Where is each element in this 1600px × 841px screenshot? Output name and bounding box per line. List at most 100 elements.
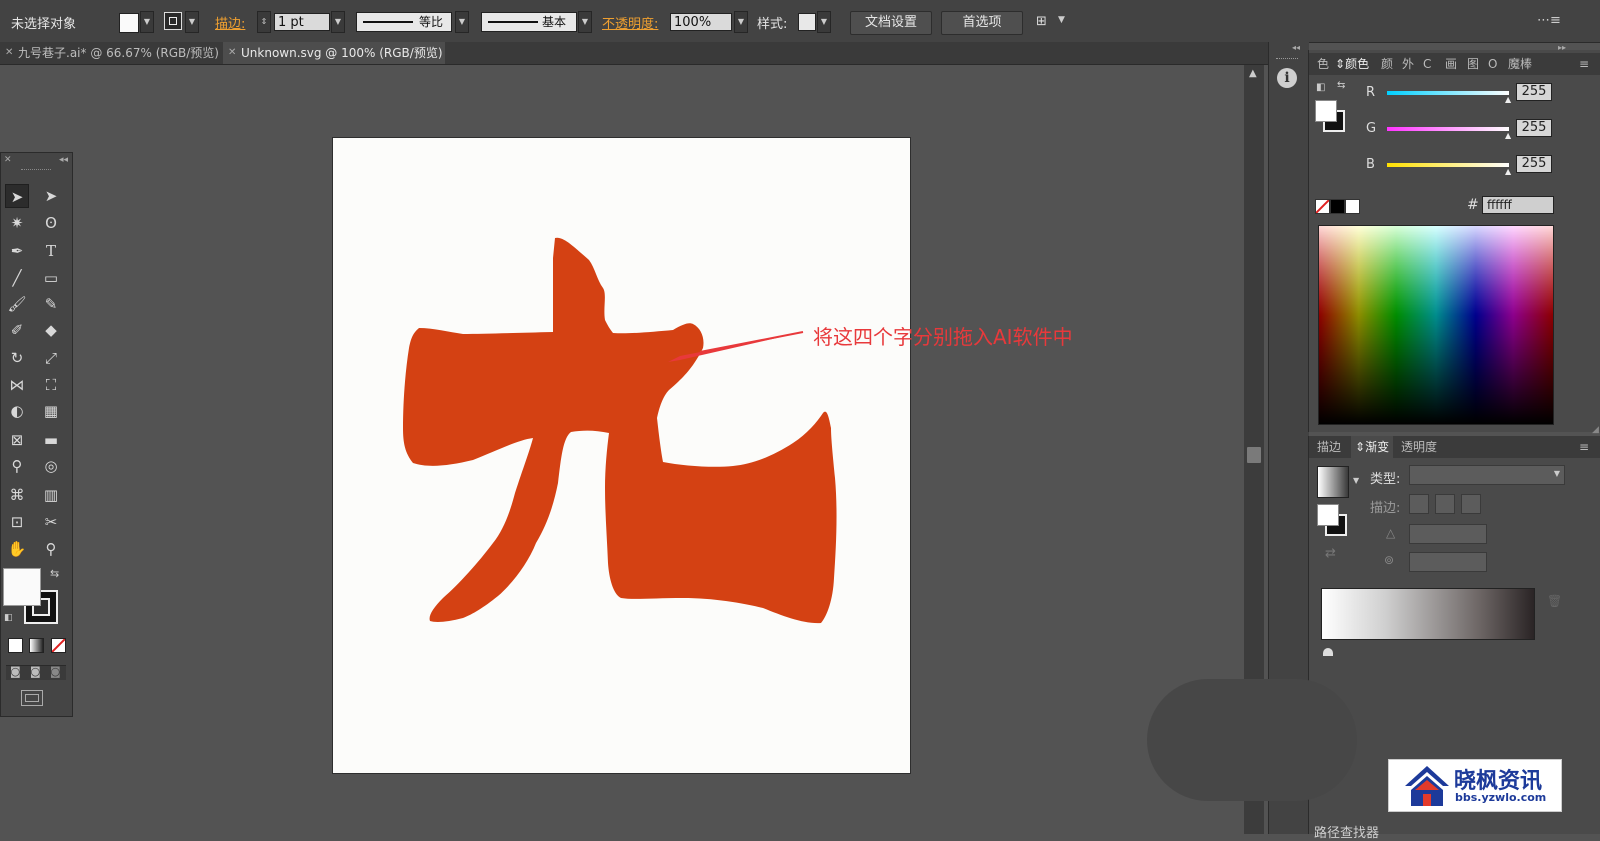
style-swatch[interactable] (798, 13, 816, 31)
zoom-tool-icon[interactable]: ⚲ (39, 537, 63, 561)
column-graph-tool-icon[interactable]: ▥ (39, 483, 63, 507)
slider-thumb[interactable]: ▲ (1505, 131, 1511, 140)
brush-definition[interactable]: 基本 (481, 12, 577, 32)
collapse-icon[interactable]: ◂◂ (1292, 43, 1300, 52)
color-mode-icon[interactable] (8, 638, 23, 653)
angle-field[interactable] (1409, 524, 1487, 544)
pathfinder-panel-title[interactable]: 路径查找器 (1314, 822, 1379, 841)
stroke-label[interactable]: 描边: (215, 13, 245, 32)
tab-stroke[interactable]: 描边 (1317, 436, 1341, 458)
slice-tool-icon[interactable]: ✂ (39, 510, 63, 534)
swap-colors-icon[interactable]: ⇆ (1337, 80, 1345, 91)
eyedropper-tool-icon[interactable]: ⚲ (5, 454, 29, 478)
gradient-type-select[interactable]: ▼ (1409, 465, 1565, 485)
hex-value-field[interactable]: ffffff (1482, 196, 1554, 214)
rotate-tool-icon[interactable]: ↻ (5, 346, 29, 370)
direct-selection-tool-icon[interactable]: ➤ (39, 184, 63, 208)
gradient-thumbnail[interactable] (1317, 466, 1349, 498)
arrange-documents-icon[interactable]: ⊞ (1036, 14, 1052, 29)
tab-color[interactable]: ⇕颜色 (1335, 53, 1369, 75)
white-swatch[interactable] (1345, 199, 1360, 214)
tab-jiuhao-xiangzi[interactable]: ✕ 九号巷子.ai* @ 66.67% (RGB/预览) (0, 42, 222, 64)
delete-stop-icon[interactable]: 🗑 (1547, 594, 1562, 608)
tab-magic-wand[interactable]: 魔棒 (1508, 53, 1532, 75)
stroke-along-icon[interactable] (1435, 494, 1455, 514)
default-colors-icon[interactable]: ◧ (1316, 82, 1325, 93)
stroke-swatch[interactable] (164, 12, 182, 30)
variable-width-profile[interactable]: 等比 (356, 12, 452, 32)
style-dropdown[interactable]: ▼ (817, 11, 831, 33)
selection-tool-icon[interactable]: ➤ (5, 184, 29, 208)
preferences-button[interactable]: 首选项 (941, 11, 1023, 35)
stroke-within-icon[interactable] (1409, 494, 1429, 514)
resize-handle-icon[interactable]: ◢ (1592, 425, 1599, 435)
stroke-weight-stepper[interactable]: ⇕ (257, 11, 271, 33)
close-icon[interactable]: ✕ (228, 42, 236, 64)
width-tool-icon[interactable]: ⋈ (5, 373, 29, 397)
tab-color-guide[interactable]: 色 (1317, 53, 1329, 75)
stroke-swatch-dropdown[interactable]: ▼ (185, 11, 199, 33)
tab-css[interactable]: C (1423, 53, 1431, 75)
fill-color-box[interactable] (1317, 504, 1339, 526)
lasso-tool-icon[interactable]: ʘ (39, 211, 63, 235)
close-icon[interactable]: ✕ (5, 42, 13, 64)
tab-unknown-svg[interactable]: ✕ Unknown.svg @ 100% (RGB/预览) (223, 42, 445, 64)
artboard-tool-icon[interactable]: ⊡ (5, 510, 29, 534)
black-swatch[interactable] (1330, 199, 1345, 214)
green-slider[interactable] (1387, 127, 1509, 131)
slider-thumb[interactable]: ▲ (1505, 95, 1511, 104)
profile-dropdown[interactable]: ▼ (455, 11, 469, 33)
drawing-modes-icon[interactable]: ◙ ◙ ◙ (6, 665, 66, 680)
pen-tool-icon[interactable]: ✒ (5, 239, 29, 263)
fill-swatch[interactable] (119, 13, 139, 33)
panel-menu-icon[interactable]: ≡ (1579, 53, 1589, 75)
perspective-grid-tool-icon[interactable]: ▦ (39, 399, 63, 423)
magic-wand-tool-icon[interactable]: ✷ (5, 211, 29, 235)
stroke-across-icon[interactable] (1461, 494, 1481, 514)
gradient-tool-icon[interactable]: ▬ (39, 428, 63, 452)
fill-dropdown[interactable]: ▼ (140, 11, 154, 33)
stroke-weight-dropdown[interactable]: ▼ (331, 11, 345, 33)
none-swatch[interactable] (1315, 199, 1330, 214)
blue-value-field[interactable]: 255 (1516, 155, 1552, 173)
arrange-dropdown-icon[interactable]: ▼ (1058, 15, 1065, 25)
default-colors-icon[interactable]: ◧ (4, 613, 13, 623)
grip-icon[interactable] (21, 169, 51, 173)
collapse-icon[interactable]: ◂◂ (59, 155, 68, 165)
opacity-field[interactable]: 100% (670, 13, 732, 31)
blend-tool-icon[interactable]: ◎ (39, 454, 63, 478)
close-icon[interactable]: ✕ (4, 155, 12, 165)
jiu-glyph-artwork[interactable] (333, 138, 912, 775)
tab-appearance[interactable]: 外 (1402, 53, 1414, 75)
symbol-sprayer-tool-icon[interactable]: ⌘ (5, 483, 29, 507)
panel-menu-icon[interactable]: ≡ (1579, 436, 1589, 458)
gradient-slider-preview[interactable] (1321, 588, 1535, 640)
gradient-dropdown-icon[interactable]: ▼ (1353, 476, 1359, 485)
rectangle-tool-icon[interactable]: ▭ (39, 266, 63, 290)
stroke-weight-field[interactable]: 1 pt (274, 13, 330, 31)
blob-brush-tool-icon[interactable]: ✐ (5, 318, 29, 342)
red-value-field[interactable]: 255 (1516, 83, 1552, 101)
hand-tool-icon[interactable]: ✋ (5, 537, 29, 561)
document-settings-button[interactable]: 文档设置 (850, 11, 932, 35)
free-transform-tool-icon[interactable]: ⛶ (39, 373, 63, 397)
line-segment-tool-icon[interactable]: ╱ (5, 266, 29, 290)
tab-artboards[interactable]: 画 (1445, 53, 1457, 75)
slider-thumb[interactable]: ▲ (1505, 167, 1511, 176)
tab-swatches[interactable]: 颜 (1381, 53, 1393, 75)
tab-transparency[interactable]: 透明度 (1401, 436, 1437, 458)
type-tool-icon[interactable]: T (39, 239, 63, 263)
shape-builder-tool-icon[interactable]: ◐ (5, 399, 29, 423)
red-slider[interactable] (1387, 91, 1509, 95)
paintbrush-tool-icon[interactable]: 🖌 (5, 292, 29, 316)
panel-menu-icon[interactable]: ⋯≡ (1537, 13, 1561, 28)
opacity-label[interactable]: 不透明度: (602, 13, 658, 32)
scroll-up-arrow-icon[interactable]: ▲ (1249, 68, 1257, 79)
artboard[interactable] (332, 137, 911, 774)
grip-icon[interactable] (1276, 58, 1298, 61)
fill-color-box[interactable] (3, 568, 41, 606)
scale-tool-icon[interactable]: ⤢ (39, 346, 63, 370)
fill-color-box[interactable] (1315, 100, 1337, 122)
mesh-tool-icon[interactable]: ⊠ (5, 428, 29, 452)
screen-mode-icon[interactable] (21, 690, 43, 706)
